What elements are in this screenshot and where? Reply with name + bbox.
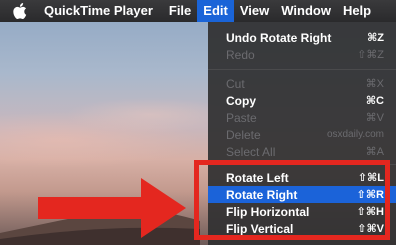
menu-separator [208,69,396,70]
watermark-text: osxdaily.com [326,129,384,140]
menu-item-label: Undo Rotate Right [226,30,332,45]
menu-item-label: Delete [226,127,261,142]
menu-item-undo-rotate-right[interactable]: Undo Rotate Right ⌘Z [208,29,396,46]
menu-help[interactable]: Help [337,0,377,22]
menu-window[interactable]: Window [275,0,337,22]
apple-menu-icon[interactable] [13,3,29,19]
shortcut-label: ⌘A [365,146,384,158]
menu-item-redo: Redo ⇧⌘Z [208,46,396,63]
menu-bar: QuickTime Player File Edit View Window H… [0,0,396,22]
menu-item-label: Cut [226,76,245,91]
menu-item-label: Redo [226,47,255,62]
menu-item-label: Paste [226,110,257,125]
shortcut-label: ⌘X [365,78,384,90]
app-menu-quicktime[interactable]: QuickTime Player [42,0,159,22]
menu-file[interactable]: File [163,0,197,22]
menu-item-select-all: Select All ⌘A [208,143,396,160]
menu-item-label: Select All [226,144,276,159]
menu-item-copy[interactable]: Copy ⌘C [208,92,396,109]
shortcut-label: ⌘C [365,95,384,107]
menu-view[interactable]: View [234,0,275,22]
menu-edit[interactable]: Edit [197,0,234,22]
menu-item-paste: Paste ⌘V [208,109,396,126]
red-arrow-icon [38,178,186,238]
highlight-box [194,160,390,240]
shortcut-label: ⇧⌘Z [357,49,384,61]
menu-item-delete: Delete osxdaily.com [208,126,396,143]
menu-item-label: Copy [226,93,256,108]
menu-item-cut: Cut ⌘X [208,75,396,92]
shortcut-label: ⌘Z [367,32,384,44]
shortcut-label: ⌘V [365,112,384,124]
